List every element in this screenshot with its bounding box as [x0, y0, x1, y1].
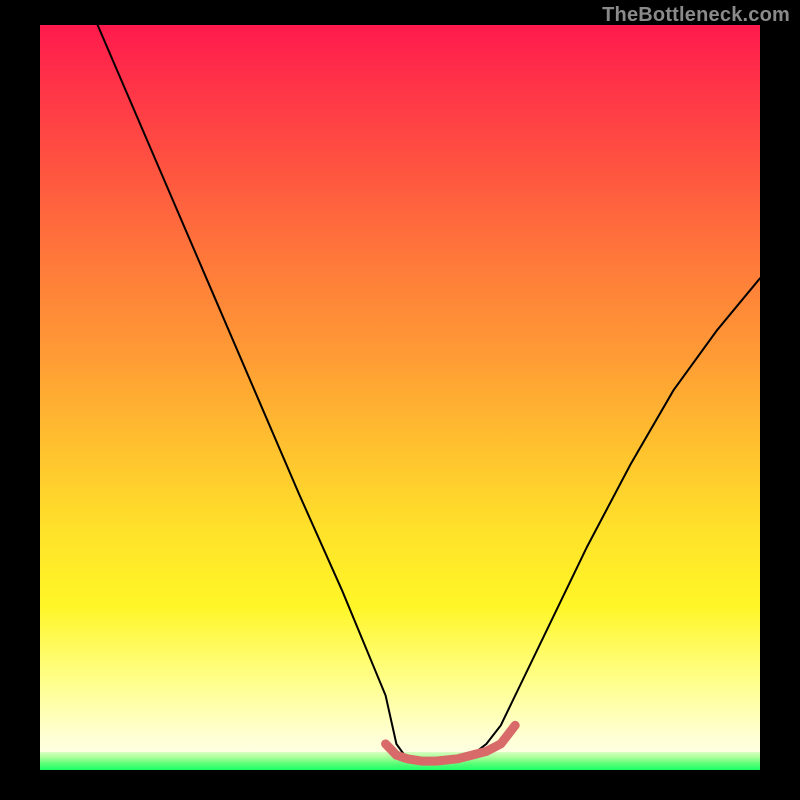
- chart-frame: TheBottleneck.com: [0, 0, 800, 800]
- curve-layer: [40, 25, 760, 770]
- plot-area: [40, 25, 760, 770]
- watermark-text: TheBottleneck.com: [602, 4, 790, 27]
- main-curve: [98, 25, 760, 761]
